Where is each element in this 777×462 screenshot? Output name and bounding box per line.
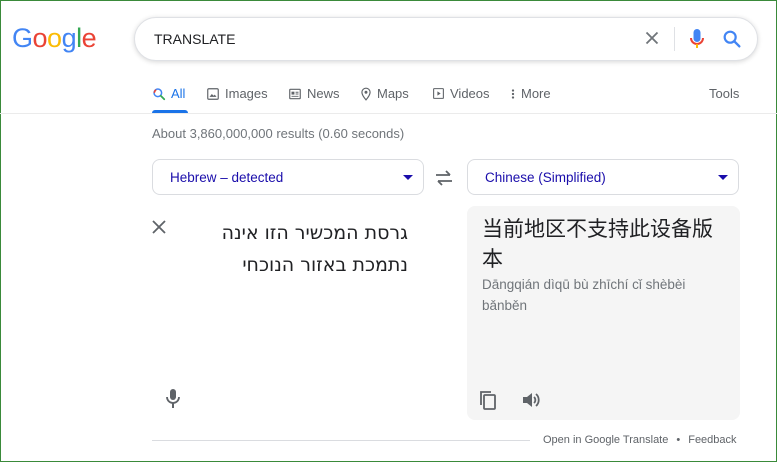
tabs-divider — [0, 113, 777, 114]
translated-text: 当前地区不支持此设备版本 — [482, 217, 713, 271]
source-language-label: Hebrew – detected — [170, 170, 284, 185]
logo-letter: e — [81, 23, 97, 53]
news-icon — [289, 88, 301, 99]
logo-letter: G — [12, 23, 33, 53]
search-bar[interactable]: TRANSLATE — [134, 17, 758, 61]
tab-label: More — [521, 86, 551, 101]
chevron-down-icon — [718, 175, 728, 180]
tab-label: Videos — [450, 86, 490, 101]
translation-result-panel: 当前地区不支持此设备版本 Dāngqián dìqū bù zhīchí cǐ … — [467, 206, 740, 420]
tab-images[interactable]: Images — [206, 86, 268, 101]
source-text[interactable]: גרסת המכשיר הזו אינה נתמכת באזור הנוכחי — [184, 217, 408, 281]
search-icon — [153, 87, 166, 100]
search-input[interactable]: TRANSLATE — [154, 31, 235, 47]
feedback-link[interactable]: Feedback — [688, 434, 736, 446]
search-tabs: All Images News Maps Videos More Tools — [152, 86, 777, 108]
more-vert-icon — [511, 88, 515, 99]
chevron-down-icon — [403, 175, 413, 180]
logo-letter: o — [32, 23, 48, 53]
result-stats: About 3,860,000,000 results (0.60 second… — [152, 126, 405, 141]
map-pin-icon — [361, 87, 371, 101]
google-logo[interactable]: Google — [12, 23, 97, 54]
search-icon[interactable] — [721, 28, 743, 50]
tab-label: News — [307, 86, 340, 101]
close-icon[interactable] — [152, 220, 166, 234]
tab-videos[interactable]: Videos — [432, 86, 490, 101]
open-in-translate-link[interactable]: Open in Google Translate — [543, 434, 668, 446]
swap-languages-icon[interactable] — [434, 169, 454, 187]
logo-letter: o — [47, 23, 62, 53]
search-divider — [674, 27, 675, 51]
microphone-icon[interactable] — [687, 27, 707, 51]
tab-maps[interactable]: Maps — [360, 86, 409, 101]
translate-footer: Open in Google Translate • Feedback — [543, 434, 737, 446]
tab-news[interactable]: News — [288, 86, 340, 101]
speaker-icon[interactable] — [521, 390, 541, 410]
logo-letter: g — [61, 23, 77, 53]
tab-all[interactable]: All — [152, 86, 185, 101]
tools-label: Tools — [709, 86, 740, 101]
tab-label: All — [171, 86, 186, 101]
footer-separator: • — [676, 434, 681, 446]
image-icon — [207, 87, 219, 100]
microphone-icon[interactable] — [166, 388, 180, 410]
target-language-select[interactable]: Chinese (Simplified) — [467, 159, 739, 195]
copy-icon[interactable] — [479, 390, 497, 410]
footer-divider — [152, 440, 530, 441]
pinyin-text: Dāngqián dìqū bù zhīchí cǐ shèbèi bǎnběn — [482, 277, 686, 313]
video-icon — [433, 88, 444, 99]
tab-label: Maps — [377, 86, 409, 101]
source-language-select[interactable]: Hebrew – detected — [152, 159, 424, 195]
target-language-label: Chinese (Simplified) — [485, 170, 606, 185]
source-text-panel[interactable]: גרסת המכשיר הזו אינה נתמכת באזור הנוכחי — [152, 206, 424, 420]
close-icon[interactable] — [641, 27, 663, 49]
tab-more[interactable]: More — [510, 86, 551, 101]
tools-button[interactable]: Tools — [709, 86, 739, 101]
tab-label: Images — [225, 86, 268, 101]
